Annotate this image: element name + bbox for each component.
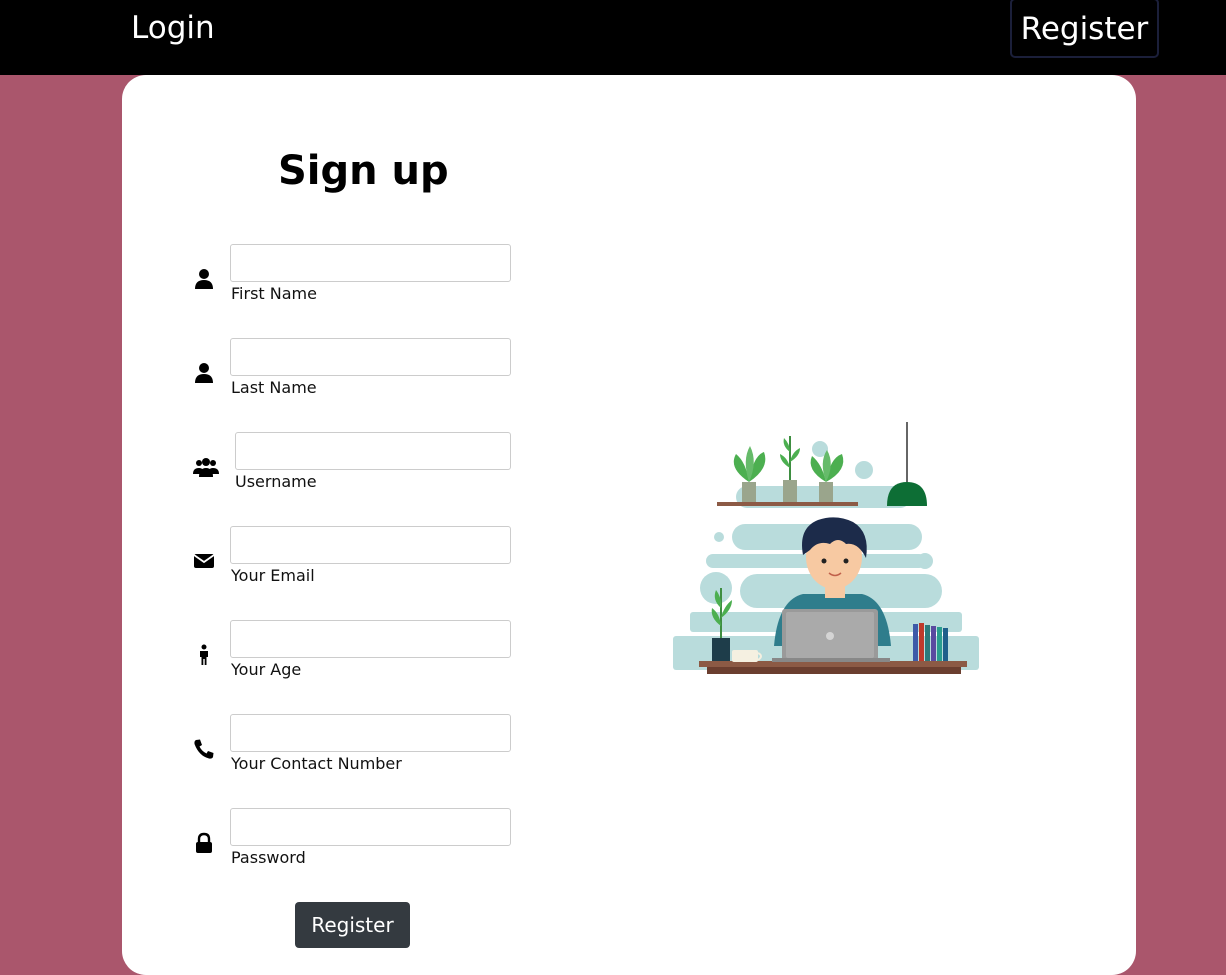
page-title: Sign up [278, 148, 449, 194]
email-label: Your Email [231, 566, 315, 585]
contact-number-label: Your Contact Number [231, 754, 402, 773]
password-input[interactable] [230, 808, 511, 846]
lock-icon [193, 832, 215, 854]
first-name-label: First Name [231, 284, 317, 303]
register-submit-button[interactable]: Register [295, 902, 410, 948]
email-input[interactable] [230, 526, 511, 564]
nav-register-button[interactable]: Register [1010, 0, 1159, 58]
contact-number-input[interactable] [230, 714, 511, 752]
age-input[interactable] [230, 620, 511, 658]
username-input[interactable] [235, 432, 511, 470]
username-label: Username [235, 472, 317, 491]
person-working-at-laptop-illustration [673, 422, 979, 674]
top-navbar: Login Register [0, 0, 1226, 75]
user-icon [193, 362, 215, 384]
nav-login-link[interactable]: Login [131, 8, 215, 48]
first-name-input[interactable] [230, 244, 511, 282]
age-label: Your Age [231, 660, 302, 679]
password-label: Password [231, 848, 306, 867]
person-standing-icon [193, 644, 215, 666]
users-icon [193, 456, 219, 478]
user-icon [193, 268, 215, 290]
last-name-label: Last Name [231, 378, 317, 397]
envelope-icon [193, 550, 215, 572]
last-name-input[interactable] [230, 338, 511, 376]
phone-icon [193, 738, 215, 760]
